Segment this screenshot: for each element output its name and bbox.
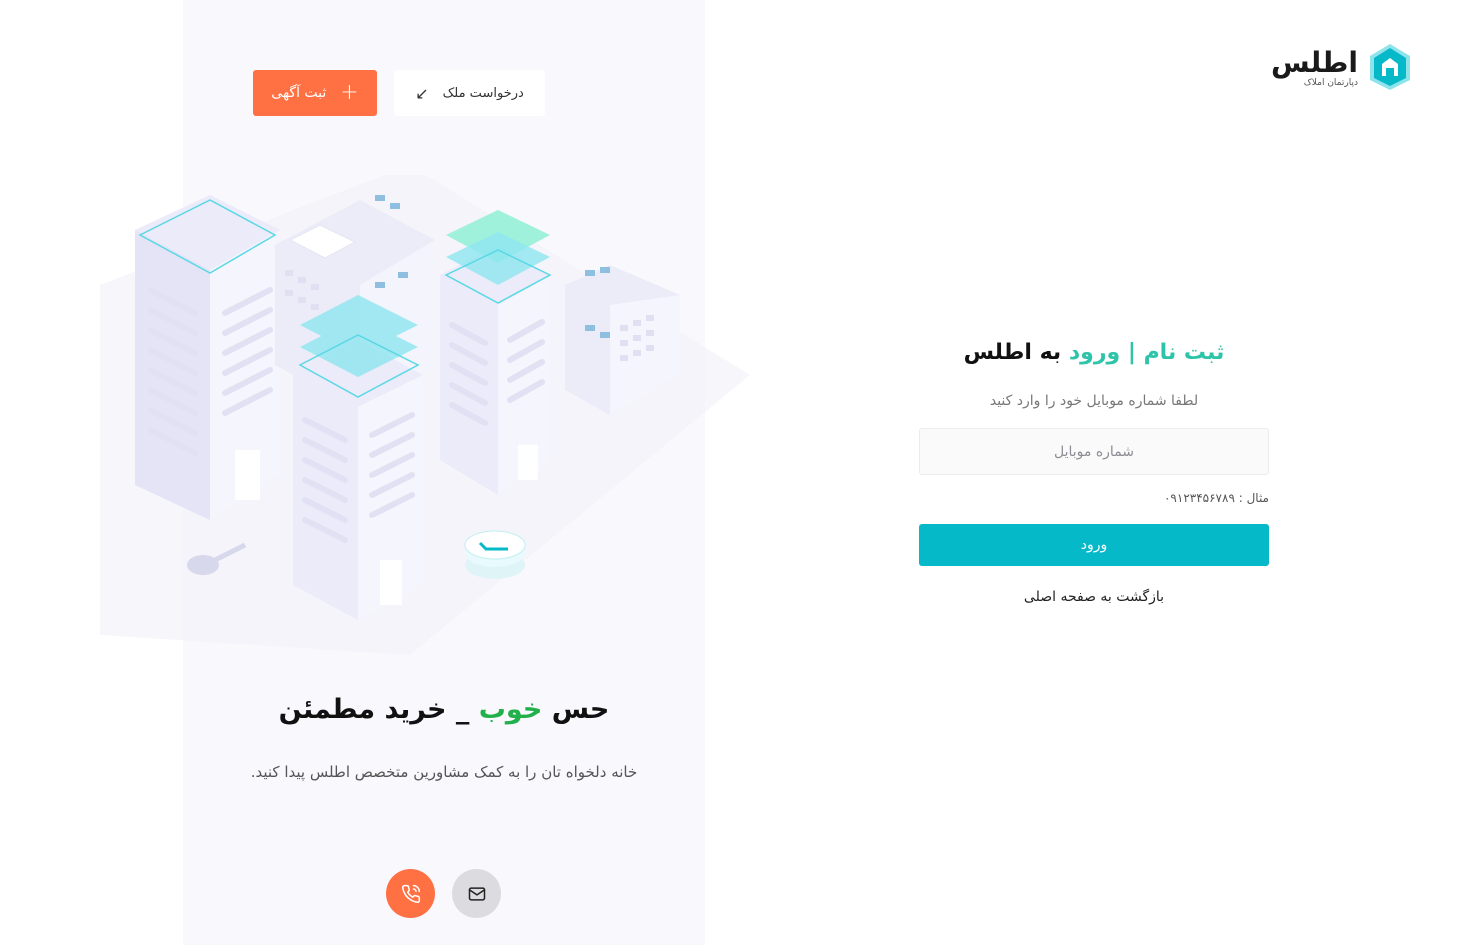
title-register: ثبت نام xyxy=(1143,340,1225,365)
mobile-example: مثال : ۰۹۱۲۳۴۵۶۷۸۹ xyxy=(1163,491,1269,505)
brand-tagline: دپارتمان املاک xyxy=(1303,78,1358,88)
hero-subtitle: خانه دلخواه تان را به کمک مشاورین متخصص … xyxy=(250,763,638,781)
slogan-part2: _ خرید مطمئن xyxy=(278,694,470,725)
hero-slogan: حس خوب _ خرید مطمئن xyxy=(183,694,705,725)
plus-icon: + xyxy=(340,80,359,105)
login-hint: لطفا شماره موبایل خود را وارد کنید xyxy=(989,393,1199,409)
back-to-home-link[interactable]: بازگشت به صفحه اصلی xyxy=(919,589,1269,605)
login-submit-button[interactable]: ورود xyxy=(919,524,1269,566)
title-separator: | xyxy=(1127,340,1136,365)
slogan-highlight: خوب xyxy=(478,694,543,725)
post-ad-label: ثبت آگهی xyxy=(271,85,327,101)
request-property-label: درخواست ملک xyxy=(442,85,524,101)
title-login: ورود xyxy=(1068,340,1121,365)
title-suffix: به اطلس xyxy=(963,340,1062,365)
city-buildings-illustration xyxy=(100,175,750,655)
house-logo-icon xyxy=(1370,44,1410,90)
arrow-down-left-icon: ↙ xyxy=(415,83,429,103)
post-ad-button[interactable]: + ثبت آگهی xyxy=(253,70,377,116)
call-button[interactable] xyxy=(386,869,435,918)
mail-icon xyxy=(468,886,485,901)
request-property-button[interactable]: درخواست ملک ↙ xyxy=(394,70,545,116)
login-title: ثبت نام | ورود به اطلس xyxy=(919,340,1269,365)
email-button[interactable] xyxy=(452,869,501,918)
slogan-part1: حس xyxy=(551,694,610,725)
mobile-number-input[interactable] xyxy=(919,428,1269,475)
brand-name: اطلس xyxy=(1271,46,1358,79)
phone-icon xyxy=(401,884,420,903)
brand-logo[interactable]: اطلس دپارتمان املاک xyxy=(1271,42,1418,94)
